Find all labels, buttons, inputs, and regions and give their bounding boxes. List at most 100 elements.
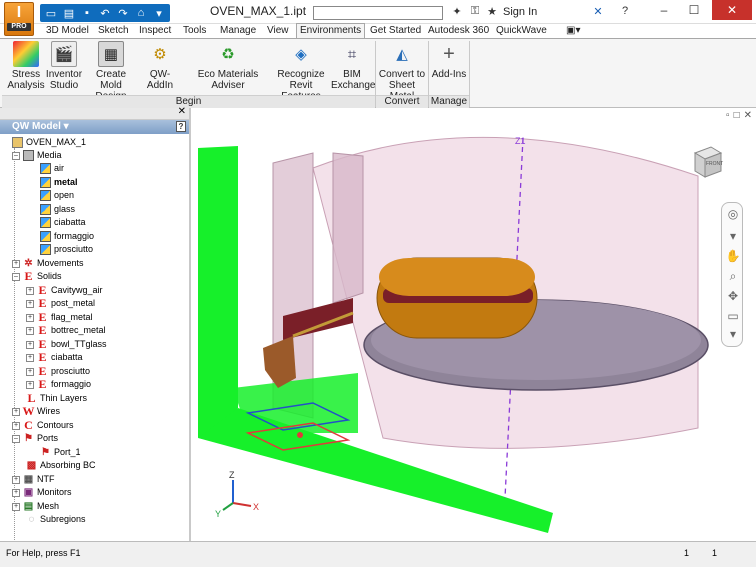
maximize-icon[interactable]: □ [734,110,740,121]
expand-icon[interactable]: + [12,259,20,268]
tab-manage[interactable]: Manage [217,24,259,38]
create-mold-design-button[interactable]: ▦ Create Mold Design [84,41,138,102]
tab-view[interactable]: View [264,24,292,38]
eco-materials-adviser-button[interactable]: ♻ Eco Materials Adviser [184,41,272,92]
expand-icon[interactable]: + [26,299,34,308]
tree-item-media-prosciutto[interactable]: prosciutto [40,243,93,256]
tab-quickwave[interactable]: QuickWave [493,24,550,38]
expand-icon[interactable]: + [26,353,34,362]
tab-tools[interactable]: Tools [180,24,209,38]
tab-sketch[interactable]: Sketch [95,24,132,38]
browser-grip[interactable]: ✕ [0,106,189,120]
tree-item-contours[interactable]: + C Contours [12,419,74,432]
minimize-button[interactable]: – [650,0,678,20]
tree-item-solid[interactable]: + E Cavitywg_air [26,284,103,297]
tree-item-media-metal[interactable]: metal [40,176,78,189]
redo-icon[interactable]: ↷ [115,5,131,21]
collapse-icon[interactable]: – [12,151,20,160]
expand-icon[interactable]: + [12,488,20,497]
tab-environments[interactable]: Environments [296,23,366,38]
qw-addin-button[interactable]: ⚙ QW-AddIn [137,41,183,92]
look-at-icon[interactable]: ▭ [725,309,741,325]
expand-icon[interactable]: + [12,502,20,511]
search-input[interactable] [313,6,443,20]
tree-item-solid[interactable]: + Ebottrec_metal [26,324,106,337]
tree-item-solid[interactable]: + Epost_metal [26,297,95,310]
expand-icon[interactable]: + [12,475,20,484]
tree-item-wires[interactable]: + W Wires [12,405,60,418]
close-icon[interactable]: ✕ [178,106,186,117]
expand-icon[interactable]: + [12,407,20,416]
save-icon[interactable]: ▪ [79,5,95,21]
tree-item-media-glass[interactable]: glass [40,203,75,216]
tree-item-media-open[interactable]: open [40,189,74,202]
add-ins-button[interactable]: + Add-Ins [430,41,468,81]
binoculars-icon[interactable]: ✦ [449,5,465,21]
open-folder-icon[interactable]: ▤ [61,5,77,21]
collapse-icon[interactable]: – [12,434,20,443]
tree-item-solid[interactable]: + Eformaggio [26,378,91,391]
undo-icon[interactable]: ↶ [97,5,113,21]
tree-item-solids[interactable]: – E Solids [12,270,62,283]
tree-item-solid[interactable]: + Eprosciutto [26,365,90,378]
exchange-icon[interactable]: ✕ [590,5,606,21]
zoom-icon[interactable]: ⌕ [725,269,741,285]
collapse-icon[interactable]: – [12,272,20,281]
expand-icon[interactable]: + [26,313,34,322]
expand-icon[interactable]: + [26,340,34,349]
tab-inspect[interactable]: Inspect [136,24,174,38]
expand-icon[interactable]: + [26,326,34,335]
expand-icon[interactable]: + [12,421,20,430]
help-icon[interactable]: ? [617,5,633,21]
application-menu-button[interactable]: I PRO [4,2,34,36]
convert-to-sheet-metal-button[interactable]: ◭ Convert to Sheet Metal [377,41,427,103]
tree-item-subregions[interactable]: ◌ Subregions [26,513,86,526]
stress-analysis-button[interactable]: Stress Analysis [6,41,46,91]
expand-icon[interactable]: + [26,380,34,389]
tree-item-absorbing-bc[interactable]: ▩ Absorbing BC [26,459,96,472]
close-button[interactable]: ✕ [712,0,752,20]
tree-item-solid[interactable]: + Eflag_metal [26,311,93,324]
tree-item-media[interactable]: – Media [12,149,62,162]
steering-wheel-icon[interactable]: ◎ [725,207,741,223]
graphics-viewport[interactable]: Z X Y Z1 ▫ □ ✕ FRONT ◎ ▾ ✋ ⌕ ✥ ▭ ▾ [193,108,756,541]
orbit-icon[interactable]: ✥ [725,289,741,305]
tree-item-thin-layers[interactable]: L Thin Layers [26,392,87,405]
view-cube[interactable]: FRONT [687,143,725,181]
maximize-button[interactable]: ☐ [680,0,708,20]
tree-label: Contours [37,420,74,430]
home-icon[interactable]: ⌂ [133,5,149,21]
expand-icon[interactable]: + [26,367,34,376]
tab-3d-model[interactable]: 3D Model [43,24,92,38]
bim-exchange-button[interactable]: ⌗ BIM Exchange [331,41,375,92]
sign-in-link[interactable]: Sign In [503,6,537,18]
restore-icon[interactable]: ▫ [726,110,730,121]
tree-item-ntf[interactable]: + ▦ NTF [12,473,55,486]
tree-item-root[interactable]: OVEN_MAX_1 [12,136,86,149]
app-badge-label: PRO [7,23,31,31]
inventor-studio-button[interactable]: 🎬 Inventor Studio [44,41,84,91]
tab-get-started[interactable]: Get Started [367,24,424,38]
recognize-revit-features-button[interactable]: ◈ Recognize Revit Features [272,41,330,103]
update-icon[interactable]: ▾ [151,5,167,21]
more-icon[interactable]: ▾ [725,327,741,343]
tree-item-solid[interactable]: + Eciabatta [26,351,83,364]
tree-item-media-ciabatta[interactable]: ciabatta [40,216,86,229]
new-file-icon[interactable]: ▭ [43,5,59,21]
tree-item-port-1[interactable]: ⚑ Port_1 [40,446,81,459]
tab-overflow-icon[interactable]: ▣▾ [563,24,583,38]
tree-item-media-air[interactable]: air [40,162,64,175]
close-icon[interactable]: ✕ [744,110,752,121]
pan-hand-icon[interactable]: ✋ [725,249,741,265]
tab-autodesk-360[interactable]: Autodesk 360 [425,24,492,38]
tree-item-monitors[interactable]: + ▣ Monitors [12,486,72,499]
key-icon[interactable]: ⚿ [467,5,483,21]
expand-icon[interactable]: + [26,286,34,295]
browser-header[interactable]: QW Model ▾ ? [0,120,189,134]
tree-item-media-formaggio[interactable]: formaggio [40,230,94,243]
tree-item-mesh[interactable]: + ▤ Mesh [12,500,59,513]
browser-help-button[interactable]: ? [176,121,186,132]
tree-item-ports[interactable]: – ⚑ Ports [12,432,58,445]
chevron-down-icon[interactable]: ▾ [725,229,741,245]
tree-item-movements[interactable]: + ✲ Movements [12,257,84,270]
